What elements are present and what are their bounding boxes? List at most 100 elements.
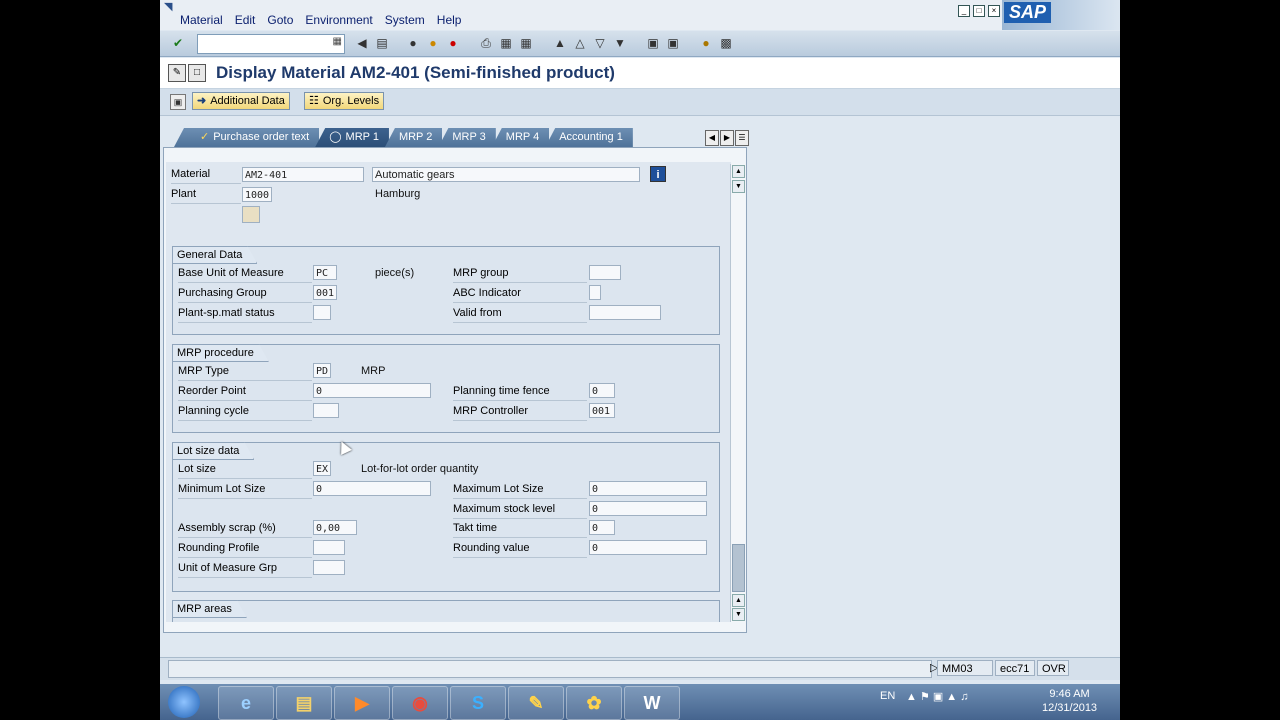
enter-icon[interactable]: ✔ bbox=[170, 35, 186, 51]
media-player-icon[interactable]: ▶ bbox=[334, 686, 390, 720]
system-name: ecc71 bbox=[995, 660, 1035, 676]
tab-accounting-1[interactable]: Accounting 1 bbox=[545, 128, 633, 147]
language-indicator[interactable]: EN bbox=[880, 690, 895, 702]
menu-bar: ◥ Material Edit Goto Environment System … bbox=[160, 0, 1120, 30]
info-icon[interactable]: i bbox=[650, 166, 666, 182]
create-session-icon[interactable]: ▣ bbox=[645, 35, 661, 51]
base-uom-field[interactable]: PC bbox=[313, 265, 337, 280]
input-mode[interactable]: OVR bbox=[1037, 660, 1069, 676]
find-icon[interactable]: ▦ bbox=[498, 35, 514, 51]
system-menu-icon[interactable]: ◥ bbox=[164, 0, 172, 13]
lot-size-field[interactable]: EX bbox=[313, 461, 331, 476]
takt-time-field[interactable]: 0 bbox=[589, 520, 615, 535]
material-field[interactable]: AM2-401 bbox=[242, 167, 364, 182]
planning-cycle-field[interactable] bbox=[313, 403, 339, 418]
internet-explorer-icon[interactable]: e bbox=[218, 686, 274, 720]
min-lot-size-field[interactable]: 0 bbox=[313, 481, 431, 496]
skype-icon[interactable]: S bbox=[450, 686, 506, 720]
plant-status-label: Plant-sp.matl status bbox=[178, 305, 312, 323]
scroll-up-icon[interactable]: ▲ bbox=[732, 165, 745, 178]
file-explorer-icon[interactable]: ▤ bbox=[276, 686, 332, 720]
tab-scroll-left-icon[interactable]: ◀ bbox=[705, 130, 719, 146]
next-page-icon[interactable]: ▽ bbox=[592, 35, 608, 51]
assembly-scrap-label: Assembly scrap (%) bbox=[178, 520, 312, 538]
max-stock-level-field[interactable]: 0 bbox=[589, 501, 707, 516]
exit-icon[interactable]: ● bbox=[425, 35, 441, 51]
last-page-icon[interactable]: ▼ bbox=[612, 35, 628, 51]
rounding-value-field[interactable]: 0 bbox=[589, 540, 707, 555]
lot-size-data-title: Lot size data bbox=[172, 442, 254, 460]
abc-indicator-field[interactable] bbox=[589, 285, 601, 300]
layout-menu-icon[interactable]: ▩ bbox=[718, 35, 734, 51]
display-change-icon[interactable]: ✎ bbox=[168, 64, 186, 82]
takt-time-label: Takt time bbox=[453, 520, 587, 538]
windows-taskbar: e ▤ ▶ ◉ S ✎ ✿ W EN ▲ ⚑ ▣ ▲ ♫ 9:46 AM 12/… bbox=[160, 684, 1120, 720]
find-next-icon[interactable]: ▦ bbox=[518, 35, 534, 51]
tab-mrp-3[interactable]: MRP 3 bbox=[438, 128, 496, 147]
help-icon[interactable]: ● bbox=[698, 35, 714, 51]
print-icon[interactable]: ⎙ bbox=[478, 35, 494, 51]
uom-group-field[interactable] bbox=[313, 560, 345, 575]
menu-goto[interactable]: Goto bbox=[267, 13, 293, 27]
system-clock[interactable]: 9:46 AM 12/31/2013 bbox=[1042, 687, 1097, 715]
assembly-scrap-field[interactable]: 0,00 bbox=[313, 520, 357, 535]
sap-logo: SAP bbox=[1004, 2, 1052, 23]
close-icon[interactable]: × bbox=[988, 5, 1000, 17]
rounding-profile-field[interactable] bbox=[313, 540, 345, 555]
select-views-icon[interactable]: ▣ bbox=[170, 94, 186, 110]
vertical-scrollbar[interactable]: ▲ ▼ ▲ ▼ bbox=[730, 164, 745, 622]
scroll-down-icon[interactable]: ▼ bbox=[732, 608, 745, 621]
purchasing-group-field[interactable]: 001 bbox=[313, 285, 337, 300]
tray-icons[interactable]: ▲ ⚑ ▣ ▲ ♫ bbox=[906, 690, 969, 703]
max-lot-size-label: Maximum Lot Size bbox=[453, 481, 587, 499]
back-icon[interactable]: ● bbox=[405, 35, 421, 51]
start-button[interactable] bbox=[168, 686, 200, 718]
menu-material[interactable]: Material bbox=[180, 13, 223, 27]
first-page-icon[interactable]: ▲ bbox=[552, 35, 568, 51]
valid-from-field[interactable] bbox=[589, 305, 661, 320]
plant-field[interactable]: 1000 bbox=[242, 187, 272, 202]
mrp-controller-field[interactable]: 001 bbox=[589, 403, 615, 418]
additional-data-button[interactable]: ➜ Additional Data bbox=[192, 92, 290, 110]
menu-system[interactable]: System bbox=[385, 13, 425, 27]
material-description-field[interactable]: Automatic gears bbox=[372, 167, 640, 182]
plant-status-field[interactable] bbox=[313, 305, 331, 320]
tab-mrp-1[interactable]: ◯ MRP 1 bbox=[315, 128, 389, 147]
planning-time-fence-field[interactable]: 0 bbox=[589, 383, 615, 398]
menu-help[interactable]: Help bbox=[437, 13, 462, 27]
menu-environment[interactable]: Environment bbox=[305, 13, 372, 27]
command-history-icon[interactable]: ▦ bbox=[333, 36, 342, 47]
previous-page-icon[interactable]: △ bbox=[572, 35, 588, 51]
tab-mrp-2[interactable]: MRP 2 bbox=[384, 128, 443, 147]
reorder-point-field[interactable]: 0 bbox=[313, 383, 431, 398]
document-icon[interactable]: □ bbox=[188, 64, 206, 82]
paint-icon[interactable]: ✿ bbox=[566, 686, 622, 720]
org-levels-button[interactable]: ☷ Org. Levels bbox=[304, 92, 385, 110]
sap-logon-icon[interactable]: ✎ bbox=[508, 686, 564, 720]
back-arrow-icon[interactable]: ◀ bbox=[354, 35, 370, 51]
plant-detail-icon[interactable] bbox=[242, 206, 260, 223]
chrome-icon[interactable]: ◉ bbox=[392, 686, 448, 720]
tab-purchase-order-text[interactable]: ✓ Purchase order text bbox=[174, 128, 320, 147]
command-field[interactable]: ▦ bbox=[197, 34, 345, 54]
tab-scroll-right-icon[interactable]: ▶ bbox=[720, 130, 734, 146]
menu-edit[interactable]: Edit bbox=[235, 13, 256, 27]
tab-mrp-4[interactable]: MRP 4 bbox=[491, 128, 550, 147]
word-icon[interactable]: W bbox=[624, 686, 680, 720]
org-hierarchy-icon: ☷ bbox=[309, 95, 319, 107]
shortcut-icon[interactable]: ▣ bbox=[665, 35, 681, 51]
save-icon[interactable]: ▤ bbox=[374, 35, 390, 51]
restore-icon[interactable]: □ bbox=[973, 5, 985, 17]
mrp-type-field[interactable]: PD bbox=[313, 363, 331, 378]
base-uom-label: Base Unit of Measure bbox=[178, 265, 312, 283]
mrp-group-field[interactable] bbox=[589, 265, 621, 280]
scroll-down-icon[interactable]: ▼ bbox=[732, 180, 745, 193]
lot-size-label: Lot size bbox=[178, 461, 312, 479]
cancel-icon[interactable]: ● bbox=[445, 35, 461, 51]
max-lot-size-field[interactable]: 0 bbox=[589, 481, 707, 496]
minimize-icon[interactable]: _ bbox=[958, 5, 970, 17]
mrp-type-text: MRP bbox=[361, 365, 386, 377]
tab-list-icon[interactable]: ☰ bbox=[735, 130, 749, 146]
scroll-up-icon[interactable]: ▲ bbox=[732, 594, 745, 607]
scroll-thumb[interactable] bbox=[732, 544, 745, 592]
